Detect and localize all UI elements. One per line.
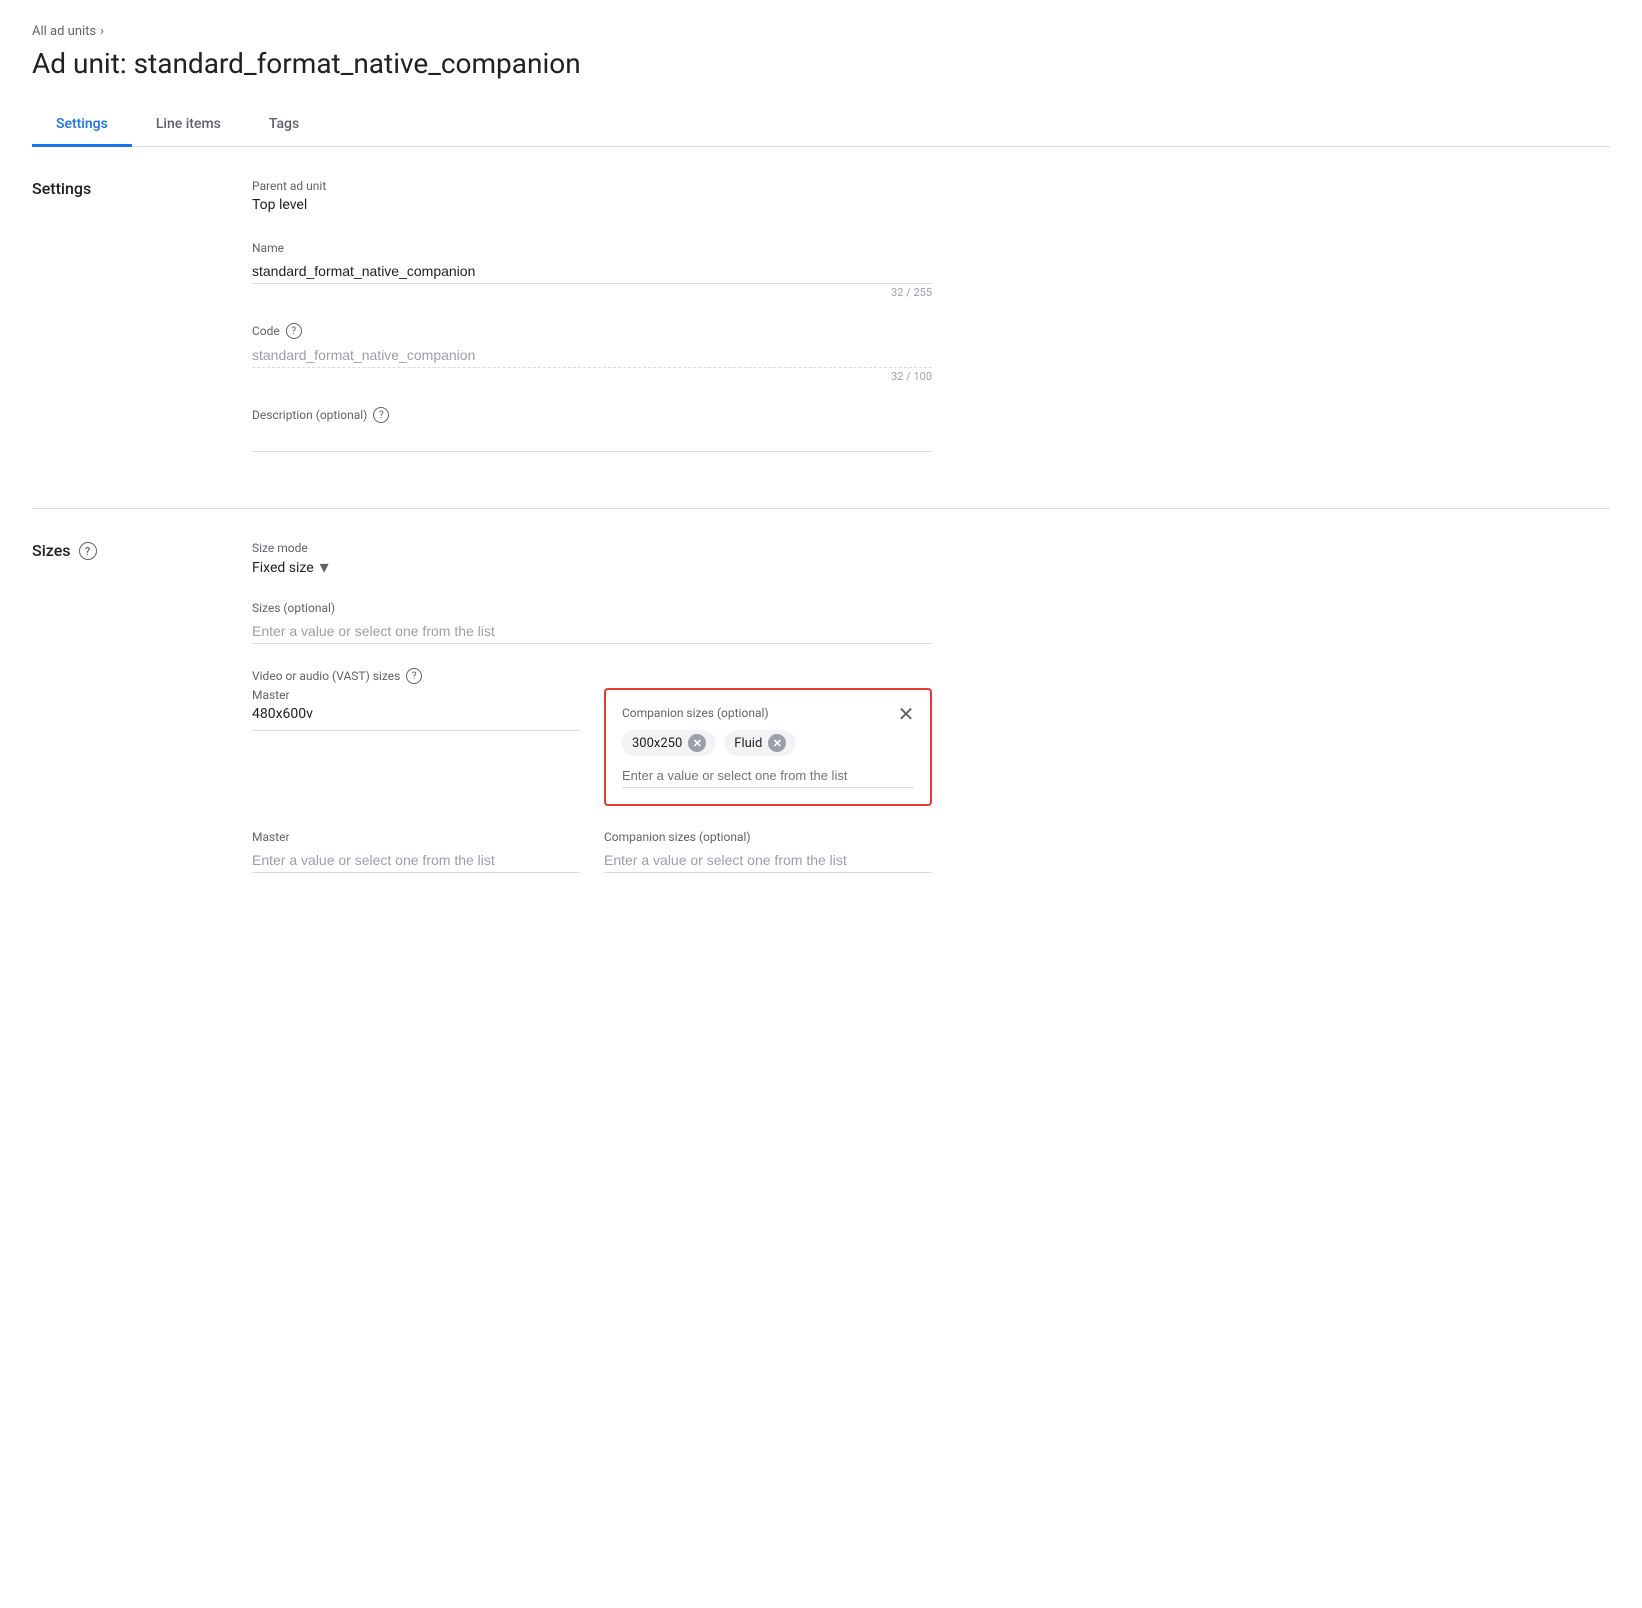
code-input[interactable] — [252, 343, 932, 368]
vast-bottom-master-group: Master — [252, 830, 580, 873]
popup-close-icon: ✕ — [898, 702, 915, 726]
vast-row-bottom: Master Companion sizes (optional) — [252, 830, 932, 873]
chip-300x250: 300x250 ✕ — [622, 730, 716, 756]
sizes-optional-input[interactable] — [252, 619, 932, 644]
vast-master-group: Master 480x600v — [252, 688, 580, 806]
name-char-count: 32 / 255 — [252, 286, 932, 299]
description-help-icon[interactable]: ? — [373, 407, 389, 423]
size-mode-group: Size mode Fixed size ▾ — [252, 541, 932, 577]
vast-bottom-companion-group: Companion sizes (optional) — [604, 830, 932, 873]
name-group: Name 32 / 255 — [252, 241, 932, 299]
settings-section-label: Settings — [32, 179, 252, 476]
chip-300x250-label: 300x250 — [632, 736, 682, 751]
chip-300x250-close[interactable]: ✕ — [688, 734, 706, 752]
vast-group: Video or audio (VAST) sizes ? Master 480… — [252, 668, 932, 806]
size-mode-label: Size mode — [252, 541, 932, 555]
description-input[interactable] — [252, 427, 932, 452]
sizes-optional-group: Sizes (optional) — [252, 601, 932, 644]
settings-content: Parent ad unit Top level Name 32 / 255 C… — [252, 179, 932, 476]
sizes-help-icon[interactable]: ? — [79, 542, 97, 560]
breadcrumb-arrow: › — [100, 24, 104, 39]
companion-chips-row: 300x250 ✕ Fluid ✕ — [622, 730, 914, 756]
vast-bottom-master-input[interactable] — [252, 848, 580, 873]
name-input[interactable] — [252, 259, 932, 284]
size-mode-dropdown-arrow: ▾ — [320, 559, 329, 577]
vast-help-icon[interactable]: ? — [406, 668, 422, 684]
description-group: Description (optional) ? — [252, 407, 932, 452]
companion-input[interactable] — [622, 764, 914, 788]
breadcrumb-label: All ad units — [32, 24, 96, 39]
chip-fluid-close[interactable]: ✕ — [768, 734, 786, 752]
code-group: Code ? 32 / 100 — [252, 323, 932, 383]
vast-master-label: Master — [252, 688, 580, 702]
size-mode-dropdown[interactable]: Fixed size ▾ — [252, 559, 932, 577]
vast-label: Video or audio (VAST) sizes ? — [252, 668, 932, 684]
size-mode-value: Fixed size — [252, 560, 314, 576]
chip-fluid: Fluid ✕ — [724, 730, 796, 756]
vast-master-value: 480x600v — [252, 706, 580, 726]
parent-ad-unit-value: Top level — [252, 197, 932, 217]
code-help-icon[interactable]: ? — [286, 323, 302, 339]
parent-ad-unit-group: Parent ad unit Top level — [252, 179, 932, 217]
chip-300x250-close-icon: ✕ — [693, 737, 702, 750]
tab-settings[interactable]: Settings — [32, 104, 132, 147]
sizes-content: Size mode Fixed size ▾ Sizes (optional) … — [252, 541, 932, 873]
page-title: Ad unit: standard_format_native_companio… — [32, 47, 1610, 80]
code-label: Code ? — [252, 323, 932, 339]
chip-fluid-label: Fluid — [734, 736, 762, 751]
name-label: Name — [252, 241, 932, 255]
vast-bottom-companion-label: Companion sizes (optional) — [604, 830, 932, 844]
code-char-count: 32 / 100 — [252, 370, 932, 383]
companion-popup: Companion sizes (optional) 300x250 ✕ Flu… — [604, 688, 932, 806]
breadcrumb[interactable]: All ad units › — [32, 24, 1610, 39]
chip-fluid-close-icon: ✕ — [773, 737, 782, 750]
sizes-optional-label: Sizes (optional) — [252, 601, 932, 615]
parent-ad-unit-label: Parent ad unit — [252, 179, 932, 193]
tab-tags[interactable]: Tags — [245, 104, 323, 147]
tabs-container: Settings Line items Tags — [32, 104, 1610, 147]
description-label: Description (optional) ? — [252, 407, 932, 423]
vast-row: Master 480x600v Companion sizes (optiona… — [252, 688, 932, 806]
sizes-section: Sizes ? Size mode Fixed size ▾ Sizes (op… — [32, 509, 1610, 905]
vast-bottom-master-label: Master — [252, 830, 580, 844]
sizes-section-label: Sizes ? — [32, 541, 252, 873]
vast-bottom-companion-input[interactable] — [604, 848, 932, 873]
popup-close-button[interactable]: ✕ — [892, 700, 920, 728]
tab-line-items[interactable]: Line items — [132, 104, 245, 147]
settings-section: Settings Parent ad unit Top level Name 3… — [32, 147, 1610, 509]
companion-popup-label: Companion sizes (optional) — [622, 706, 914, 720]
